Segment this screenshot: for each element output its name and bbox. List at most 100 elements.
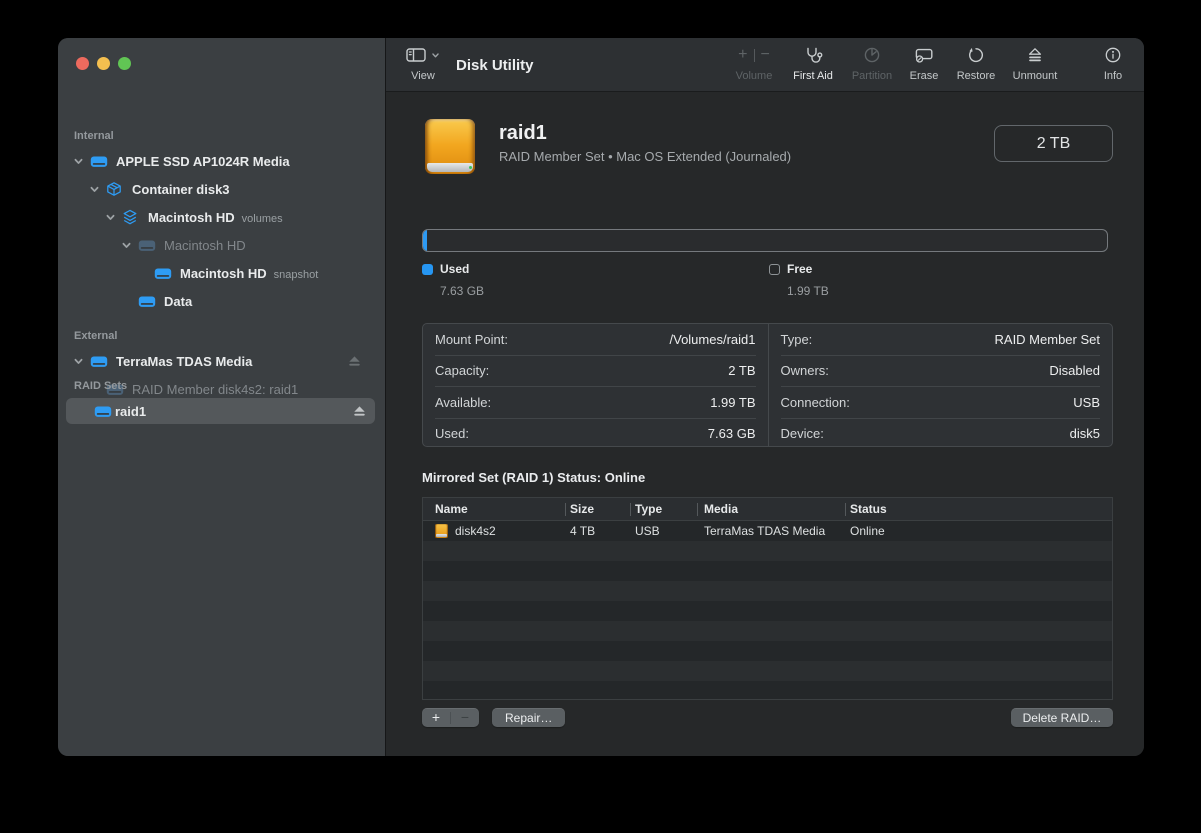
window-controls	[76, 57, 131, 70]
detail-row: Mount Point:/Volumes/raid1	[435, 324, 756, 356]
column-divider	[845, 503, 846, 516]
drive-icon	[90, 154, 108, 169]
drive-base	[427, 163, 473, 172]
unmount-eject-icon	[1027, 47, 1043, 63]
screen: Internal APPLE SSD AP1024R Media Contain…	[0, 0, 1201, 833]
legend-used: Used 7.63 GB	[422, 262, 484, 298]
detail-row: Capacity:2 TB	[435, 356, 756, 388]
partition-button: Partition	[844, 44, 900, 82]
column-divider	[565, 503, 566, 516]
app-title: Disk Utility	[456, 57, 534, 74]
sidebar-item-macintosh-hd-dimmed[interactable]: Macintosh HD	[58, 231, 385, 259]
chevron-down-icon[interactable]	[105, 212, 116, 223]
section-label-raid-sets: RAID Sets	[74, 380, 127, 392]
volume-minus-icon: −	[761, 47, 770, 63]
column-divider	[697, 503, 698, 516]
item-tag: volumes	[242, 213, 283, 225]
detail-row: Connection:USB	[781, 387, 1101, 419]
unmount-button[interactable]: Unmount	[1007, 44, 1063, 82]
sidebar-toggle-icon	[406, 47, 426, 63]
stethoscope-icon	[803, 46, 823, 64]
detail-row: Available:1.99 TB	[435, 387, 756, 419]
free-value: 1.99 TB	[787, 284, 829, 298]
detail-row: Owners:Disabled	[781, 356, 1101, 388]
repair-button[interactable]: Repair…	[492, 708, 565, 727]
toolbar: View Disk Utility + − Volume First Aid	[386, 38, 1144, 92]
details-right-column: Type:RAID Member Set Owners:Disabled Con…	[768, 324, 1113, 446]
chevron-down-icon[interactable]	[73, 356, 84, 367]
sidebar-item-container-disk3[interactable]: Container disk3	[58, 175, 385, 203]
details-grid: Mount Point:/Volumes/raid1 Capacity:2 TB…	[422, 323, 1113, 447]
drive-led	[469, 166, 472, 169]
section-label-external: External	[74, 330, 117, 342]
volumes-stack-icon	[122, 209, 138, 225]
volume-plus-icon: +	[738, 47, 747, 63]
restore-button[interactable]: Restore	[948, 44, 1004, 82]
chevron-down-icon[interactable]	[121, 240, 132, 251]
volume-title: raid1	[499, 122, 547, 145]
info-button[interactable]: Info	[1085, 44, 1141, 82]
raid-members-table: Name Size Type Media Status disk4s2 4 TB	[422, 497, 1113, 700]
detail-row: Used:7.63 GB	[435, 419, 756, 450]
item-tag: snapshot	[274, 269, 319, 281]
view-button[interactable]: View	[400, 44, 446, 82]
column-header-type: Type	[635, 502, 662, 516]
free-swatch	[769, 264, 780, 275]
add-member-button[interactable]: +	[422, 708, 450, 727]
chevron-down-icon[interactable]	[73, 156, 84, 167]
drive-icon	[138, 294, 156, 309]
chevron-down-icon[interactable]	[89, 184, 100, 195]
details-left-column: Mount Point:/Volumes/raid1 Capacity:2 TB…	[423, 324, 768, 446]
column-divider	[630, 503, 631, 516]
delete-raid-button[interactable]: Delete RAID…	[1011, 708, 1113, 727]
drive-icon	[138, 238, 156, 253]
close-button[interactable]	[76, 57, 89, 70]
eject-icon[interactable]	[353, 405, 366, 417]
remove-member-button: −	[451, 708, 479, 727]
raid-set-status-title: Mirrored Set (RAID 1) Status: Online	[422, 470, 645, 485]
divider	[754, 49, 755, 62]
disk-utility-window: Internal APPLE SSD AP1024R Media Contain…	[58, 38, 1144, 756]
add-remove-member-control: + −	[422, 708, 479, 727]
table-body: disk4s2 4 TB USB TerraMas TDAS Media Onl…	[423, 521, 1112, 699]
chevron-down-icon	[431, 51, 440, 60]
sidebar-item-terramas[interactable]: TerraMas TDAS Media	[58, 347, 385, 375]
volume-subtitle: RAID Member Set • Mac OS Extended (Journ…	[499, 149, 791, 164]
drive-icon	[90, 354, 108, 369]
detail-row: Device:disk5	[781, 419, 1101, 450]
used-value: 7.63 GB	[440, 284, 484, 298]
zoom-button[interactable]	[118, 57, 131, 70]
container-icon	[106, 181, 122, 197]
sidebar-item-apple-ssd[interactable]: APPLE SSD AP1024R Media	[58, 147, 385, 175]
sidebar-item-raid1-selected[interactable]	[66, 398, 375, 424]
table-header: Name Size Type Media Status	[423, 498, 1112, 521]
legend-free: Free 1.99 TB	[769, 262, 829, 298]
usage-bar	[422, 229, 1108, 252]
sidebar: Internal APPLE SSD AP1024R Media Contain…	[58, 38, 385, 756]
info-icon	[1104, 46, 1122, 64]
sidebar-item-macintosh-hd-snapshot[interactable]: Macintosh HDsnapshot	[58, 259, 385, 287]
volume-button: + − Volume	[726, 44, 782, 82]
size-badge: 2 TB	[994, 125, 1113, 162]
column-header-size: Size	[570, 502, 594, 516]
usage-used-segment	[423, 230, 427, 251]
partition-pie-icon	[863, 46, 881, 64]
eject-icon[interactable]	[348, 355, 361, 367]
member-drive-icon	[435, 524, 448, 538]
column-header-name: Name	[435, 502, 468, 516]
minimize-button[interactable]	[97, 57, 110, 70]
erase-icon	[914, 47, 934, 63]
volume-drive-icon	[425, 119, 475, 174]
main-pane: View Disk Utility + − Volume First Aid	[385, 38, 1144, 756]
erase-button[interactable]: Erase	[896, 44, 952, 82]
sidebar-item-macintosh-hd-volumes[interactable]: Macintosh HDvolumes	[58, 203, 385, 231]
column-header-status: Status	[850, 502, 887, 516]
restore-arrow-icon	[967, 46, 985, 64]
detail-row: Type:RAID Member Set	[781, 324, 1101, 356]
table-row[interactable]: disk4s2 4 TB USB TerraMas TDAS Media Onl…	[423, 521, 1112, 541]
first-aid-button[interactable]: First Aid	[785, 44, 841, 82]
used-swatch	[422, 264, 433, 275]
column-header-media: Media	[704, 502, 738, 516]
section-label-internal: Internal	[74, 130, 114, 142]
sidebar-item-data[interactable]: Data	[58, 287, 385, 315]
